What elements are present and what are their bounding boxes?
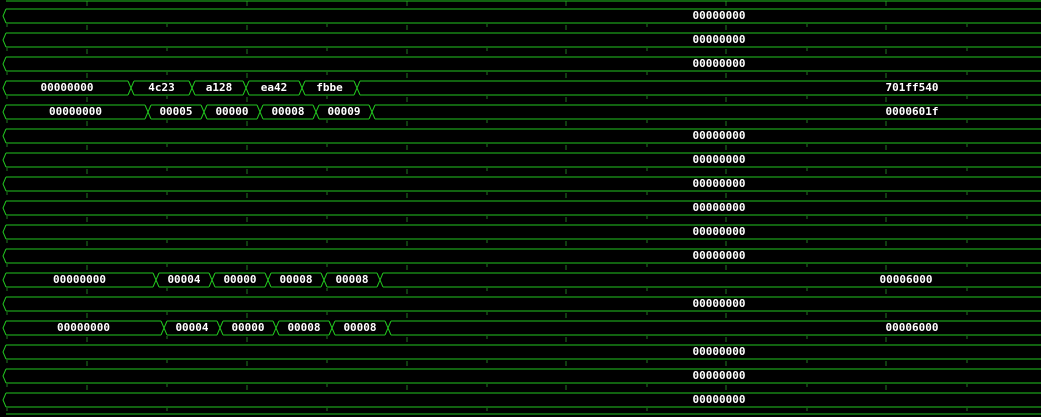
waveform-background <box>0 0 1041 417</box>
waveform-panel[interactable] <box>0 0 1041 417</box>
